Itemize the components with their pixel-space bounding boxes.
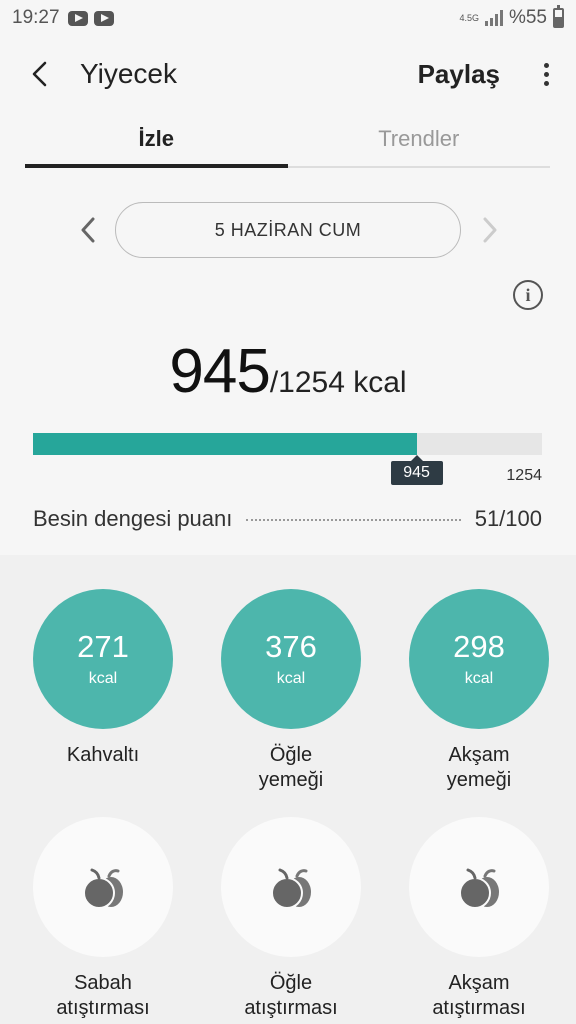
fruit-icon — [83, 868, 123, 909]
tab-watch[interactable]: İzle — [25, 112, 288, 168]
calorie-progress-bar — [33, 433, 542, 455]
meal-unit: kcal — [276, 670, 306, 687]
snack-circle — [33, 817, 173, 957]
page-title: Yiyecek — [80, 58, 178, 89]
meal-lunch[interactable]: 376 kcal Öğle yemeği — [216, 589, 366, 793]
balance-value: 51/100 — [474, 506, 542, 531]
status-bar: 19:27 4.5G %55 — [0, 0, 576, 36]
meal-circle: 298 kcal — [409, 589, 549, 729]
snack-label: Öğle atıştırması — [244, 972, 338, 1019]
date-selector: 5 HAZİRAN CUM — [0, 202, 576, 258]
consumed-calories: 945 — [169, 337, 270, 406]
meal-dinner[interactable]: 298 kcal Akşam yemeği — [404, 589, 554, 793]
youtube-notification-icon — [93, 10, 114, 26]
meal-label: Akşam yemeği — [446, 744, 512, 791]
nutrition-balance-row[interactable]: Besin dengesi puanı 51/100 — [33, 504, 542, 534]
snack-evening[interactable]: Akşam atıştırması — [404, 817, 554, 1021]
network-type: 4.5G — [459, 12, 479, 23]
calorie-summary: 945/1254 kcal — [0, 336, 576, 407]
meal-circle: 271 kcal — [33, 589, 173, 729]
meal-calories: 298 — [453, 629, 505, 664]
youtube-notification-icon — [67, 10, 88, 26]
target-value: 1254 — [506, 467, 542, 484]
meal-calories: 376 — [265, 629, 317, 664]
meals-section: 271 kcal Kahvaltı 376 kcal Öğle yemeği 2… — [0, 555, 576, 1024]
battery-icon — [553, 5, 564, 28]
meal-label: Kahvaltı — [66, 744, 140, 766]
snack-circle — [221, 817, 361, 957]
share-button[interactable]: Paylaş — [418, 59, 500, 90]
snack-circle — [409, 817, 549, 957]
battery-percent: %55 — [508, 7, 547, 28]
back-arrow-icon — [32, 61, 47, 87]
meal-unit: kcal — [88, 670, 118, 687]
previous-date-button[interactable] — [64, 202, 112, 258]
meal-calories: 271 — [77, 629, 129, 664]
snack-label: Akşam atıştırması — [432, 972, 526, 1019]
snack-morning[interactable]: Sabah atıştırması — [28, 817, 178, 1021]
snack-label: Sabah atıştırması — [56, 972, 150, 1019]
meal-unit: kcal — [464, 670, 494, 687]
fruit-icon — [271, 868, 311, 909]
meal-circle: 376 kcal — [221, 589, 361, 729]
back-button[interactable] — [0, 36, 80, 112]
snack-lunch[interactable]: Öğle atıştırması — [216, 817, 366, 1021]
info-icon[interactable]: i — [513, 280, 543, 310]
signal-icon — [484, 10, 503, 26]
more-options-button[interactable] — [524, 44, 568, 104]
status-time: 19:27 — [12, 7, 60, 28]
balance-label: Besin dengesi puanı — [33, 506, 233, 531]
fruit-icon — [459, 868, 499, 909]
date-pill[interactable]: 5 HAZİRAN CUM — [115, 202, 461, 258]
dotted-leader — [246, 519, 461, 521]
meal-label: Öğle yemeği — [258, 744, 324, 791]
target-calories-text: /1254 kcal — [269, 366, 407, 399]
next-date-button[interactable] — [466, 202, 514, 258]
progress-marker: 945 — [390, 461, 443, 485]
calorie-progress-fill — [33, 433, 417, 455]
chevron-left-icon — [81, 217, 95, 243]
meal-breakfast[interactable]: 271 kcal Kahvaltı — [28, 589, 178, 768]
tab-trends[interactable]: Trendler — [288, 112, 551, 166]
chevron-right-icon — [483, 217, 497, 243]
app-header: Yiyecek Paylaş — [0, 36, 576, 112]
tab-bar: İzle Trendler — [25, 112, 550, 168]
